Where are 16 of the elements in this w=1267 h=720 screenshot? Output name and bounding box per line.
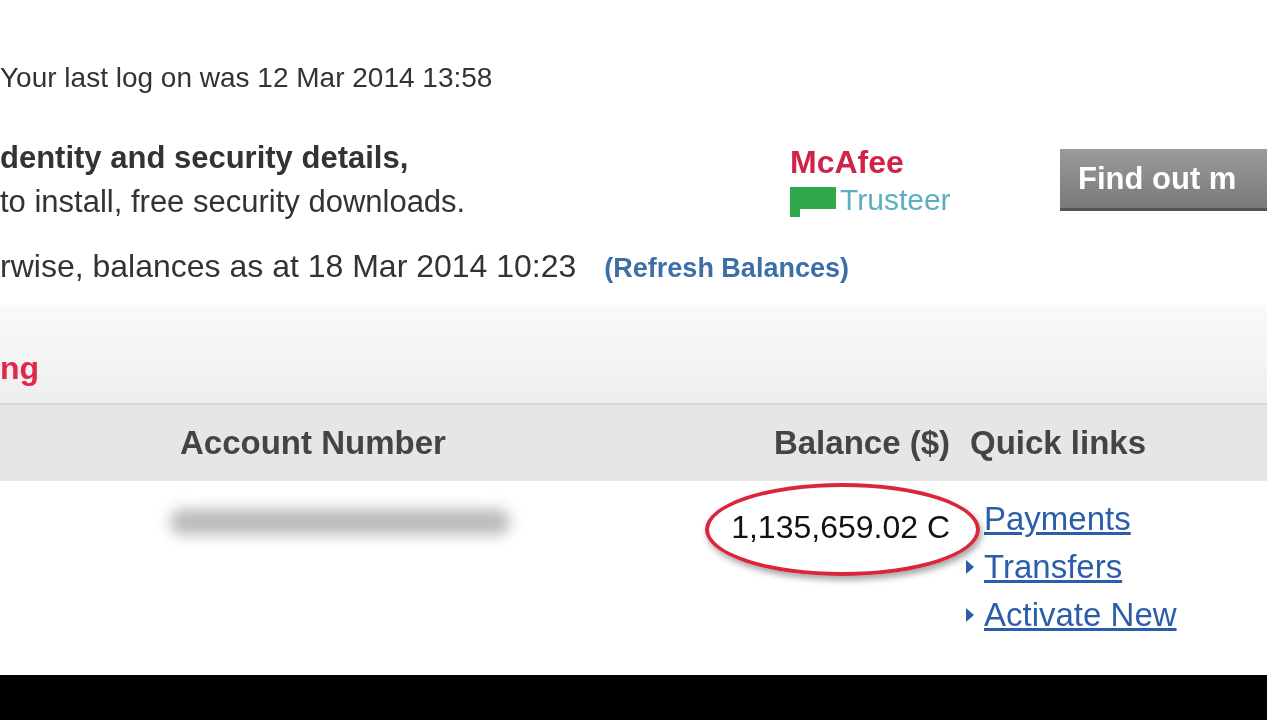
column-header: Account Number [179, 424, 447, 462]
column-header: Quick links [969, 424, 1148, 462]
section-title: ng [0, 350, 40, 387]
logo: McAfee [790, 143, 905, 181]
balances-note: rwise, balances as at 18 Mar 2014 10:23 [0, 248, 577, 285]
balance-value: 1,135,659.02 C [731, 508, 950, 546]
quick-link[interactable]: Activate New [984, 596, 1177, 634]
column-header: Balance ($) [772, 424, 951, 462]
logo: Trusteer [840, 182, 951, 217]
refresh-balances-link[interactable]: (Refresh Balances) [604, 253, 849, 284]
security-text: dentity and security details, [0, 140, 410, 176]
quick-link[interactable]: Transfers [984, 548, 1123, 586]
security-text: to install, free security downloads. [0, 184, 467, 220]
find-out-more-button[interactable]: Find out m [1060, 149, 1267, 211]
quick-link[interactable]: Payments [984, 500, 1131, 538]
last-logon-text: Your last log on was 12 Mar 2014 13:58 [0, 62, 494, 95]
